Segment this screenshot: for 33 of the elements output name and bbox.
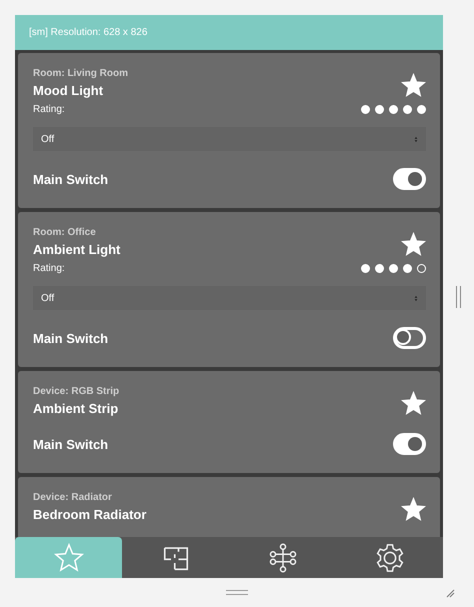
- resize-grip-icon[interactable]: [445, 588, 455, 598]
- toggle-switch[interactable]: [393, 168, 426, 190]
- resize-handle[interactable]: [456, 286, 461, 308]
- switch-label: Main Switch: [33, 436, 108, 452]
- rating-label: Rating:: [33, 104, 65, 115]
- star-icon[interactable]: [401, 497, 426, 522]
- resolution-label: [sm] Resolution: 628 x 826: [29, 27, 148, 38]
- switch-label: Main Switch: [33, 172, 108, 186]
- resize-handle[interactable]: [226, 590, 248, 595]
- star-icon[interactable]: [401, 391, 426, 416]
- mode-dropdown[interactable]: Off: [33, 127, 426, 151]
- card-subtitle: Room: Office: [33, 227, 97, 238]
- star-icon[interactable]: [401, 73, 426, 98]
- mode-dropdown[interactable]: Off: [33, 286, 426, 310]
- card-title: Ambient Strip: [33, 401, 120, 416]
- card-title: Mood Light: [33, 83, 104, 98]
- favorites-star-icon: [54, 542, 84, 572]
- sort-arrows-icon: [414, 294, 418, 302]
- card-title: Bedroom Radiator: [33, 507, 146, 522]
- rating-dots[interactable]: [361, 264, 426, 273]
- network-nodes-icon: [268, 542, 298, 572]
- toggle-switch[interactable]: [393, 433, 426, 455]
- rating-dots[interactable]: [361, 105, 426, 114]
- card-subtitle: Room: Living Room: [33, 68, 128, 79]
- card-title: Ambient Light: [33, 242, 120, 257]
- toggle-switch[interactable]: [393, 327, 426, 349]
- rating-label: Rating:: [33, 263, 65, 274]
- card-subtitle: Device: RGB Strip: [33, 386, 120, 397]
- sort-arrows-icon: [414, 136, 418, 142]
- settings-icon: [374, 542, 404, 572]
- card-subtitle: Device: Radiator: [33, 492, 113, 503]
- switch-label: Main Switch: [33, 330, 108, 346]
- star-icon[interactable]: [401, 232, 426, 257]
